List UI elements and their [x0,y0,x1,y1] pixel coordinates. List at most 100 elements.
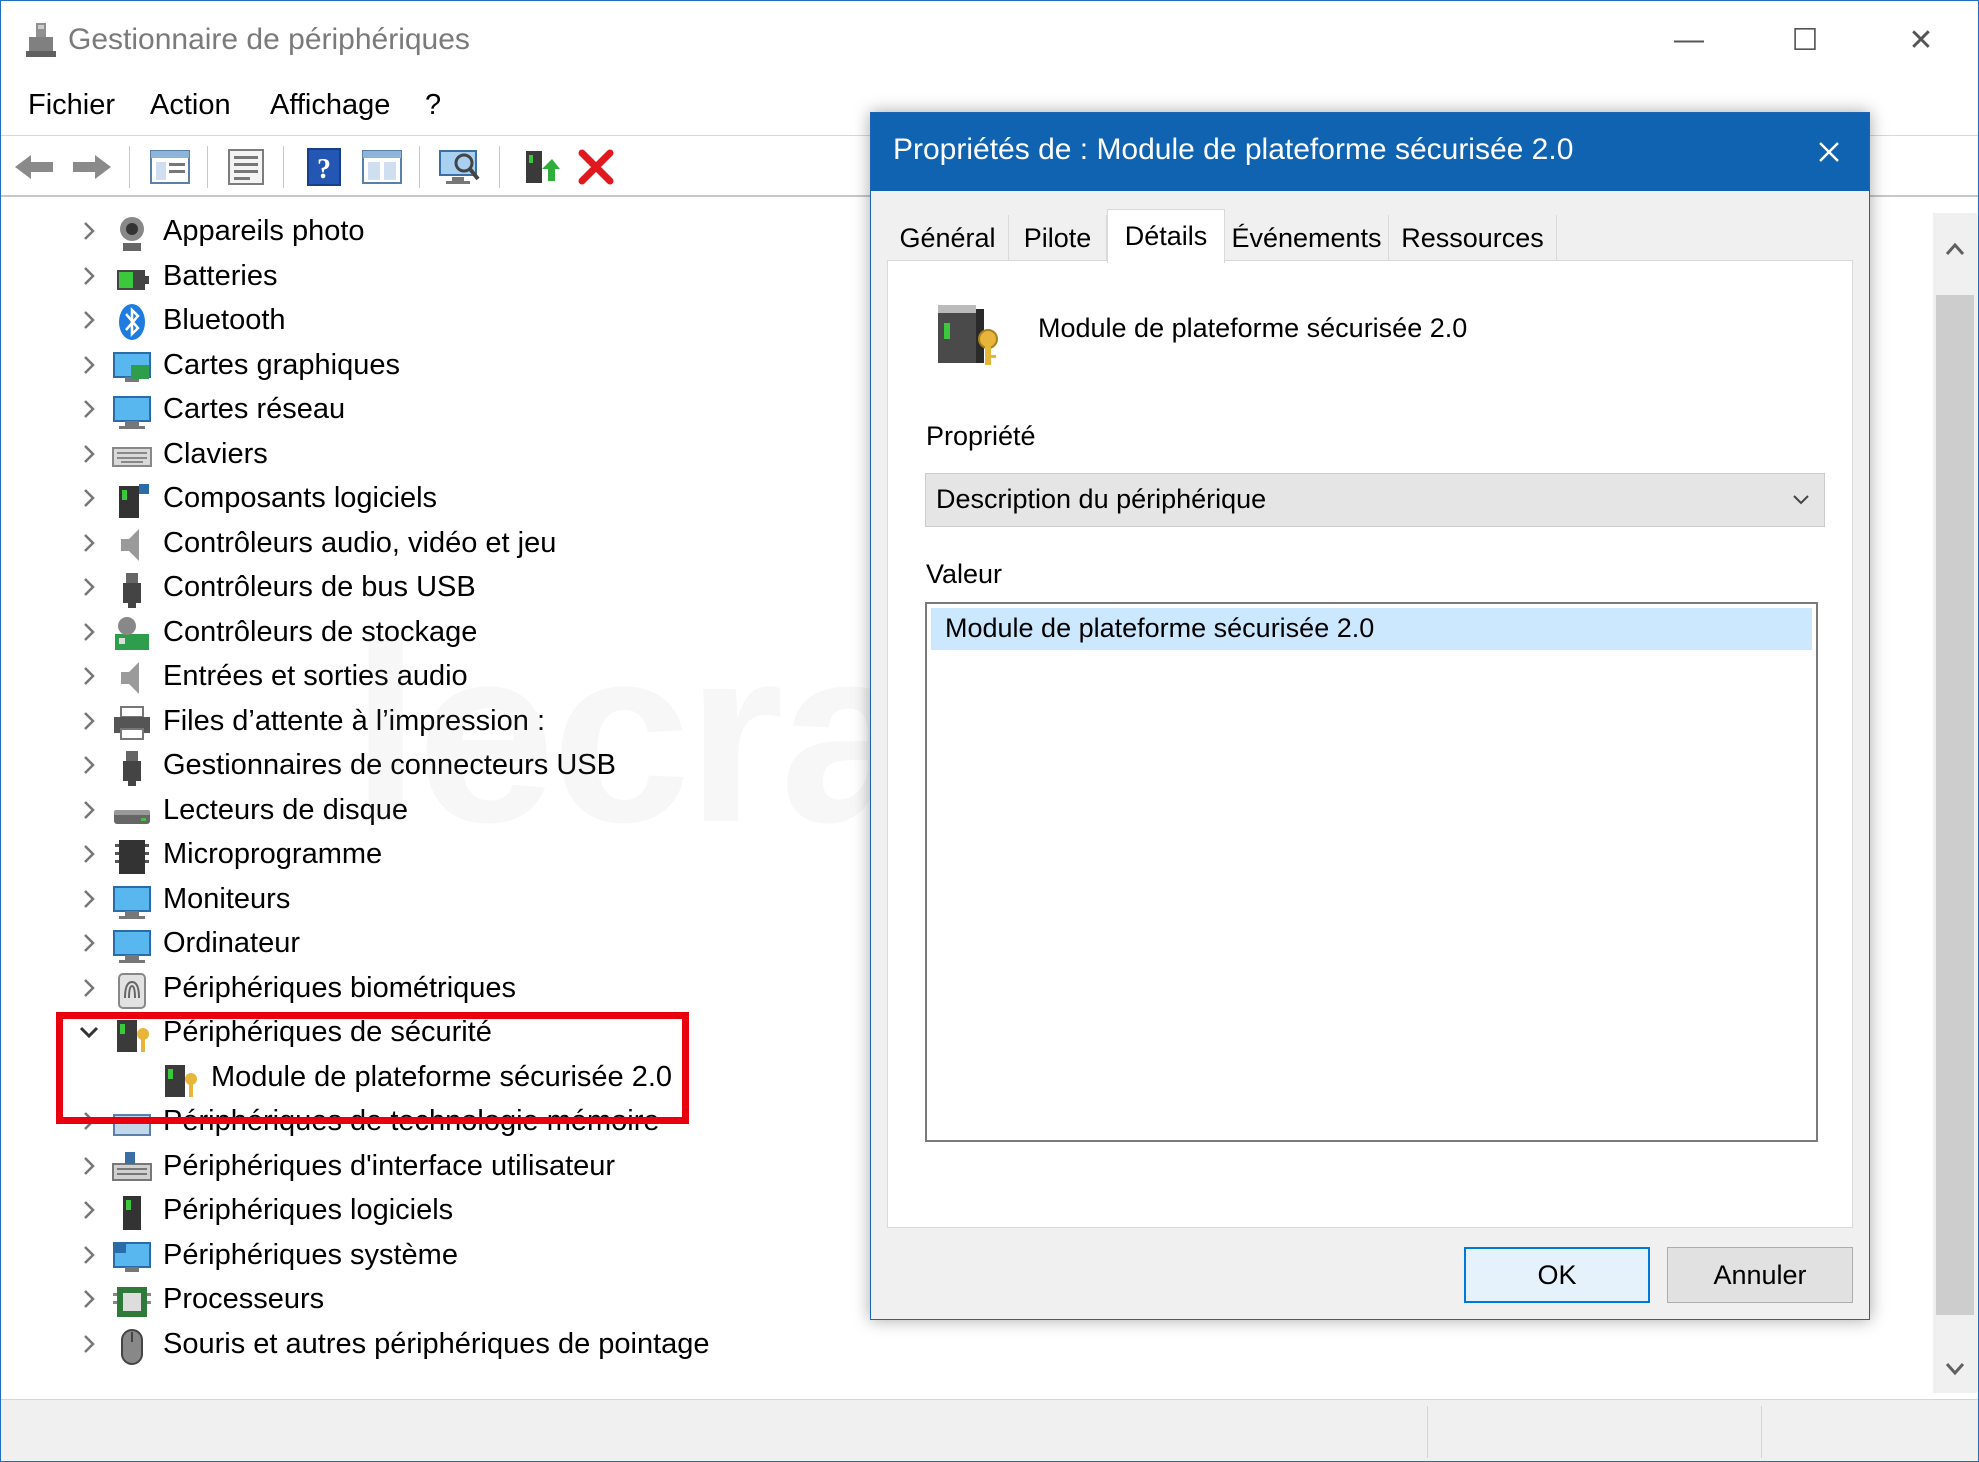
tab-general[interactable]: Général [887,215,1009,261]
tree-item-label: Contrôleurs de bus USB [163,571,476,603]
scroll-up-button[interactable] [1933,227,1977,271]
menu-affichage[interactable]: Affichage [270,89,390,122]
scan-hardware-icon [439,150,480,184]
update-driver-button[interactable] [517,144,563,190]
tree-item-label: Périphériques biométriques [163,971,517,1004]
monitor-icon [113,885,151,919]
tree-category-item[interactable]: Appareils photo [7,211,907,255]
chevron-right-icon[interactable] [77,1154,101,1178]
back-button[interactable] [11,144,57,190]
chevron-right-icon[interactable] [77,664,101,688]
tree-category-item[interactable]: Batteries [7,256,907,300]
scan-hardware-button[interactable] [437,144,483,190]
device-name: Module de plateforme sécurisée 2.0 [1038,313,1468,343]
tree-category-item[interactable]: Ordinateur [7,923,907,967]
uninstall-button[interactable] [573,144,619,190]
dialog-title-bar: Propriétés de : Module de plateforme séc… [871,113,1869,191]
show-hide-tree-icon [150,150,190,184]
property-dropdown[interactable]: Description du périphérique [925,473,1825,527]
tree-category-item[interactable]: Microprogramme [7,834,907,878]
chevron-right-icon[interactable] [77,620,101,644]
minimize-button[interactable]: — [1631,1,1747,79]
tree-category-item[interactable]: Processeurs [7,1279,907,1323]
tab-evenements[interactable]: Événements [1225,215,1389,261]
value-listbox[interactable]: Module de plateforme sécurisée 2.0 [925,602,1818,1142]
forward-button[interactable] [69,144,115,190]
scroll-down-button[interactable] [1933,1347,1977,1391]
menu-action[interactable]: Action [150,89,231,122]
chevron-right-icon[interactable] [77,1198,101,1222]
tree-category-item[interactable]: Lecteurs de disque [7,790,907,834]
tree-category-item[interactable]: Cartes graphiques [7,345,907,389]
help-button[interactable]: ? [301,144,347,190]
chevron-right-icon[interactable] [77,219,101,243]
tree-category-item[interactable]: Périphériques système [7,1235,907,1279]
properties-button[interactable] [223,144,269,190]
uninstall-icon [578,149,614,185]
tree-category-item[interactable]: Souris et autres périphériques de pointa… [7,1324,907,1368]
ok-button[interactable]: OK [1464,1247,1650,1303]
dialog-close-button[interactable] [1789,113,1869,191]
tree-category-item[interactable]: Claviers [7,434,907,478]
chevron-right-icon[interactable] [77,1243,101,1267]
close-button[interactable]: ✕ [1863,1,1978,79]
vertical-scrollbar[interactable] [1933,213,1977,1393]
tree-category-item[interactable]: Contrôleurs de stockage [7,612,907,656]
tree-category-item[interactable]: Cartes réseau [7,389,907,433]
tree-category-item[interactable]: Gestionnaires de connecteurs USB [7,745,907,789]
chevron-right-icon[interactable] [77,486,101,510]
tree-category-item[interactable]: Périphériques d'interface utilisateur [7,1146,907,1190]
tree-category-item[interactable]: Périphériques logiciels [7,1190,907,1234]
tree-category-item[interactable]: Entrées et sorties audio [7,656,907,700]
tree-category-item[interactable]: Contrôleurs de bus USB [7,567,907,611]
chevron-right-icon[interactable] [77,442,101,466]
network-adapter-icon [113,396,151,429]
tree-item-label: Périphériques système [163,1238,458,1271]
window-title: Gestionnaire de périphériques [68,23,470,56]
show-hide-tree-button[interactable] [147,144,193,190]
chevron-right-icon[interactable] [77,264,101,288]
chevron-right-icon[interactable] [77,1287,101,1311]
update-driver-icon [526,151,560,183]
properties-dialog: Propriétés de : Module de plateforme séc… [870,112,1870,1320]
chevron-right-icon[interactable] [77,397,101,421]
scroll-thumb[interactable] [1936,295,1974,1315]
tree-item-label: Moniteurs [163,882,291,915]
tab-pilote[interactable]: Pilote [1009,215,1107,261]
tree-category-item[interactable]: Bluetooth [7,300,907,344]
chevron-right-icon[interactable] [77,931,101,955]
tree-category-item[interactable]: Périphériques biométriques [7,968,907,1012]
tree-category-item[interactable]: Composants logiciels [7,478,907,522]
tree-category-item[interactable]: Contrôleurs audio, vidéo et jeu [7,523,907,567]
chevron-right-icon[interactable] [77,976,101,1000]
cancel-button[interactable]: Annuler [1667,1247,1853,1303]
chevron-right-icon[interactable] [77,575,101,599]
printer-icon [114,705,150,740]
chevron-right-icon[interactable] [77,798,101,822]
tab-ressources[interactable]: Ressources [1389,215,1557,261]
software-device-icon [123,1196,141,1230]
tree-category-item[interactable]: Files d’attente à l’impression : [7,701,907,745]
chevron-right-icon[interactable] [77,531,101,555]
chevron-right-icon[interactable] [77,353,101,377]
chevron-right-icon[interactable] [77,308,101,332]
usb-connector-icon [123,751,141,786]
maximize-button[interactable]: ☐ [1747,1,1863,79]
back-icon [15,155,53,179]
value-list-item-text: Module de plateforme sécurisée 2.0 [945,613,1375,643]
chevron-right-icon[interactable] [77,709,101,733]
menu-fichier[interactable]: Fichier [28,89,115,122]
value-list-item[interactable]: Module de plateforme sécurisée 2.0 [931,608,1812,650]
chevron-right-icon[interactable] [77,1332,101,1356]
tpm-device-icon [938,305,998,365]
audio-io-icon [121,662,139,694]
menu-help[interactable]: ? [425,89,441,122]
chevron-right-icon[interactable] [77,887,101,911]
property-dropdown-value: Description du périphérique [936,484,1267,514]
chevron-right-icon[interactable] [77,842,101,866]
action-view-button[interactable] [359,144,405,190]
storage-controller-icon [115,616,149,650]
chevron-right-icon[interactable] [77,753,101,777]
tab-details[interactable]: Détails [1107,209,1225,263]
tree-category-item[interactable]: Moniteurs [7,879,907,923]
